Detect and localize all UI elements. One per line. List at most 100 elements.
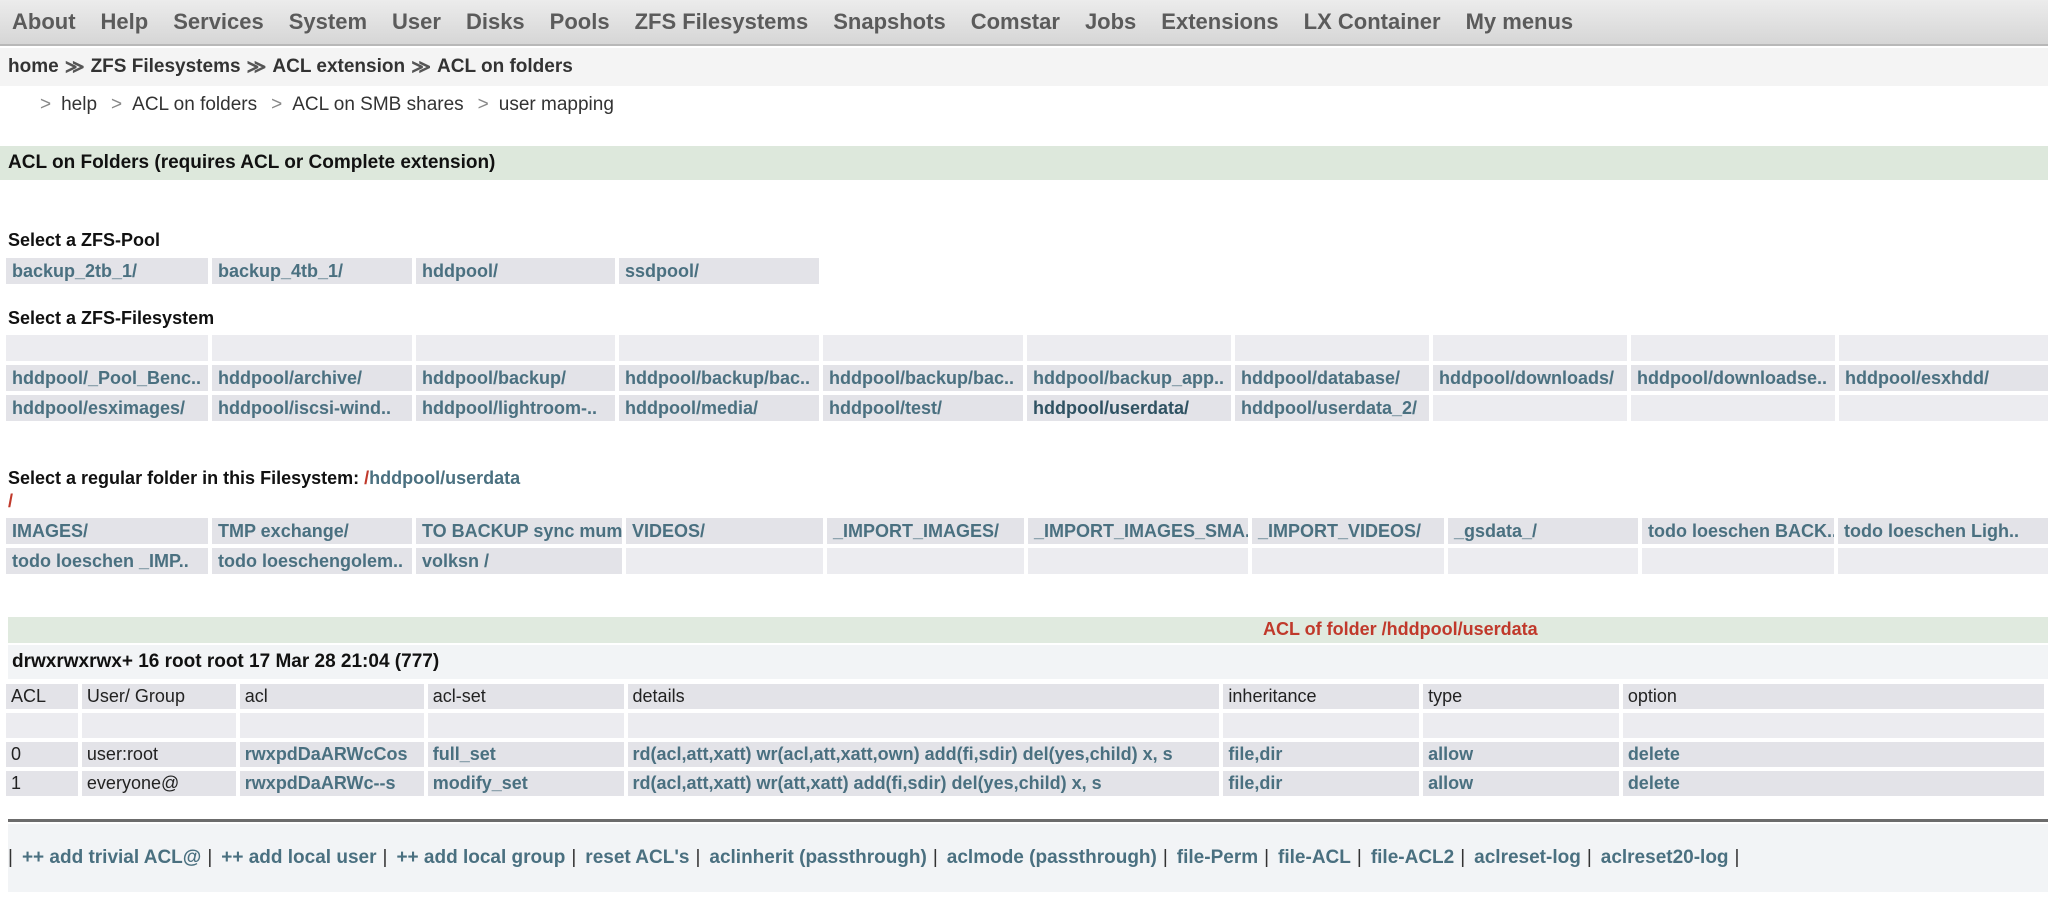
acl-cell-acl-set[interactable]: modify_set — [427, 771, 624, 796]
action-link[interactable]: ++ add trivial ACL@ — [22, 847, 201, 869]
acl-cell-type[interactable]: allow — [1423, 742, 1619, 767]
action-link[interactable]: reset ACL's — [585, 847, 689, 869]
acl-cell-details[interactable]: rd(acl,att,xatt) wr(acl,att,xatt,own) ad… — [627, 742, 1220, 767]
folder-cell[interactable]: _IMPORT_VIDEOS/ — [1252, 518, 1444, 544]
filesystem-cell[interactable]: hddpool/test/ — [823, 395, 1023, 421]
pool-cell[interactable]: backup_2tb_1/ — [6, 258, 208, 284]
menu-item-zfs-filesystems[interactable]: ZFS Filesystems — [623, 0, 822, 45]
acl-cell-acl[interactable]: rwxpdDaARWcCos — [239, 742, 424, 767]
filesystem-cell[interactable]: hddpool/database/ — [1235, 365, 1429, 391]
filesystem-cell[interactable]: hddpool/backup/bac.. — [823, 365, 1023, 391]
filesystem-cell[interactable]: hddpool/backup_app.. — [1027, 365, 1231, 391]
menu-item-about[interactable]: About — [0, 0, 89, 45]
filesystem-cell[interactable]: hddpool/esxhdd/ — [1839, 365, 2048, 391]
top-menu-bar: About Help Services System User Disks Pools ZFS… — [0, 0, 2048, 46]
pool-select-label: Select a ZFS-Pool — [8, 230, 161, 250]
action-link[interactable]: aclmode (passthrough) — [947, 847, 1157, 869]
acl-header-bar — [8, 617, 2048, 643]
folder-cell[interactable]: _gsdata_/ — [1448, 518, 1638, 544]
subnav-link[interactable]: user mapping — [499, 94, 614, 116]
folder-cell[interactable]: TO BACKUP sync mum.. — [416, 518, 622, 544]
permission-line: drwxrwxrwx+ 16 root root 17 Mar 28 21:04… — [12, 651, 440, 672]
filesystem-row: hddpool/esximages/hddpool/iscsi-wind.. hd… — [6, 395, 2048, 421]
pool-cell[interactable]: ssdpool/ — [619, 258, 819, 284]
acl-column-header: inheritance — [1223, 684, 1420, 709]
subnav-link[interactable]: ACL on SMB shares — [292, 94, 463, 116]
folder-cell[interactable]: _IMPORT_IMAGES_SMA.. — [1028, 518, 1248, 544]
menu-item-snapshots[interactable]: Snapshots — [821, 0, 958, 45]
filesystem-cell[interactable]: hddpool/downloadse.. — [1631, 365, 1835, 391]
filesystem-cell[interactable]: hddpool/media/ — [619, 395, 819, 421]
action-link[interactable]: file-ACL — [1278, 847, 1351, 869]
folder-root-link[interactable]: / — [8, 491, 13, 512]
acl-cell-inheritance[interactable]: file,dir — [1223, 771, 1420, 796]
filesystem-cell[interactable]: hddpool/esximages/ — [6, 395, 208, 421]
filesystem-cell[interactable]: hddpool/userdata_2/ — [1235, 395, 1429, 421]
folder-cell[interactable]: _IMPORT_IMAGES/ — [827, 518, 1024, 544]
action-link[interactable]: ++ add local user — [221, 847, 376, 869]
filesystem-cell[interactable]: hddpool/backup/bac.. — [619, 365, 819, 391]
filesystem-cell[interactable]: hddpool/archive/ — [212, 365, 412, 391]
folder-cell[interactable]: todo loeschen _IMP.. — [6, 548, 208, 574]
menu-item-user[interactable]: User — [380, 0, 454, 45]
action-link[interactable]: file-Perm — [1177, 847, 1258, 869]
section-title: ACL on Folders (requires ACL or Complete… — [0, 146, 2048, 180]
acl-cell-inheritance[interactable]: file,dir — [1223, 742, 1420, 767]
action-link[interactable]: file-ACL2 — [1371, 847, 1454, 869]
folder-path-link[interactable]: hddpool/userdata — [369, 468, 520, 488]
filesystem-cell[interactable]: hddpool/_Pool_Benc.. — [6, 365, 208, 391]
menu-item-disks[interactable]: Disks — [454, 0, 538, 45]
pool-cell[interactable]: hddpool/ — [416, 258, 615, 284]
breadcrumb-item[interactable]: ACL on folders — [437, 56, 573, 78]
menu-item-my-menus[interactable]: My menus — [1454, 0, 1587, 45]
folder-cell[interactable]: todo loeschen BACK.. — [1642, 518, 1834, 544]
acl-cell-type[interactable]: allow — [1423, 771, 1619, 796]
menu-item-pools[interactable]: Pools — [538, 0, 623, 45]
filesystem-empty-cell — [1027, 335, 1231, 361]
filesystem-cell[interactable]: hddpool/userdata/ — [1027, 395, 1231, 421]
action-link[interactable]: ++ add local group — [396, 847, 565, 869]
filesystem-cell[interactable]: hddpool/lightroom-.. — [416, 395, 615, 421]
acl-spacer-cell — [1423, 713, 1619, 738]
acl-cell-option[interactable]: delete — [1622, 742, 2044, 767]
action-separator: | — [695, 847, 701, 868]
menu-item-comstar[interactable]: Comstar — [959, 0, 1073, 45]
filesystem-cell[interactable]: hddpool/iscsi-wind.. — [212, 395, 412, 421]
action-link[interactable]: aclreset-log — [1474, 847, 1581, 869]
acl-spacer-cell — [6, 713, 78, 738]
acl-cell-acl-set[interactable]: full_set — [427, 742, 624, 767]
acl-cell-details[interactable]: rd(acl,att,xatt) wr(att,xatt) add(fi,sdi… — [627, 771, 1220, 796]
menu-item-extensions[interactable]: Extensions — [1149, 0, 1291, 45]
acl-spacer-row — [6, 713, 2044, 738]
folder-cell[interactable]: todo loeschen Ligh.. — [1838, 518, 2048, 544]
menu-item-jobs[interactable]: Jobs — [1073, 0, 1149, 45]
folder-cell[interactable]: IMAGES/ — [6, 518, 208, 544]
filesystem-cell[interactable]: hddpool/backup/ — [416, 365, 615, 391]
acl-column-header: option — [1622, 684, 2044, 709]
menu-item-lx-container[interactable]: LX Container — [1292, 0, 1454, 45]
folder-cell[interactable]: VIDEOS/ — [626, 518, 823, 544]
folder-cell[interactable]: volksn / — [416, 548, 622, 574]
acl-column-header: type — [1423, 684, 1619, 709]
breadcrumb-item[interactable]: ZFS Filesystems — [91, 56, 241, 78]
filesystem-cell[interactable]: hddpool/downloads/ — [1433, 365, 1627, 391]
subnav-chevron: > — [271, 94, 283, 115]
acl-header-row: ACL User/ Group acl acl-set details inheritan… — [6, 684, 2044, 709]
subnav-link[interactable]: help — [61, 94, 97, 116]
filesystem-empty-cell — [416, 335, 615, 361]
menu-item-system[interactable]: System — [277, 0, 380, 45]
subnav-link[interactable]: ACL on folders — [132, 94, 257, 116]
action-link[interactable]: aclreset20-log — [1601, 847, 1729, 869]
breadcrumb-item[interactable]: ACL extension — [272, 56, 405, 78]
breadcrumb-item[interactable]: home — [8, 56, 59, 78]
acl-cell-acl[interactable]: rwxpdDaARWc--s — [239, 771, 424, 796]
pool-cell[interactable]: backup_4tb_1/ — [212, 258, 412, 284]
action-separator: | — [1356, 847, 1362, 868]
menu-item-services[interactable]: Services — [161, 0, 277, 45]
folder-cell[interactable]: todo loeschengolem.. — [212, 548, 412, 574]
menu-item-help[interactable]: Help — [89, 0, 162, 45]
folder-cell[interactable]: TMP exchange/ — [212, 518, 412, 544]
breadcrumb-separator: ≫ — [246, 56, 267, 78]
action-link[interactable]: aclinherit (passthrough) — [709, 847, 926, 869]
acl-cell-option[interactable]: delete — [1622, 771, 2044, 796]
